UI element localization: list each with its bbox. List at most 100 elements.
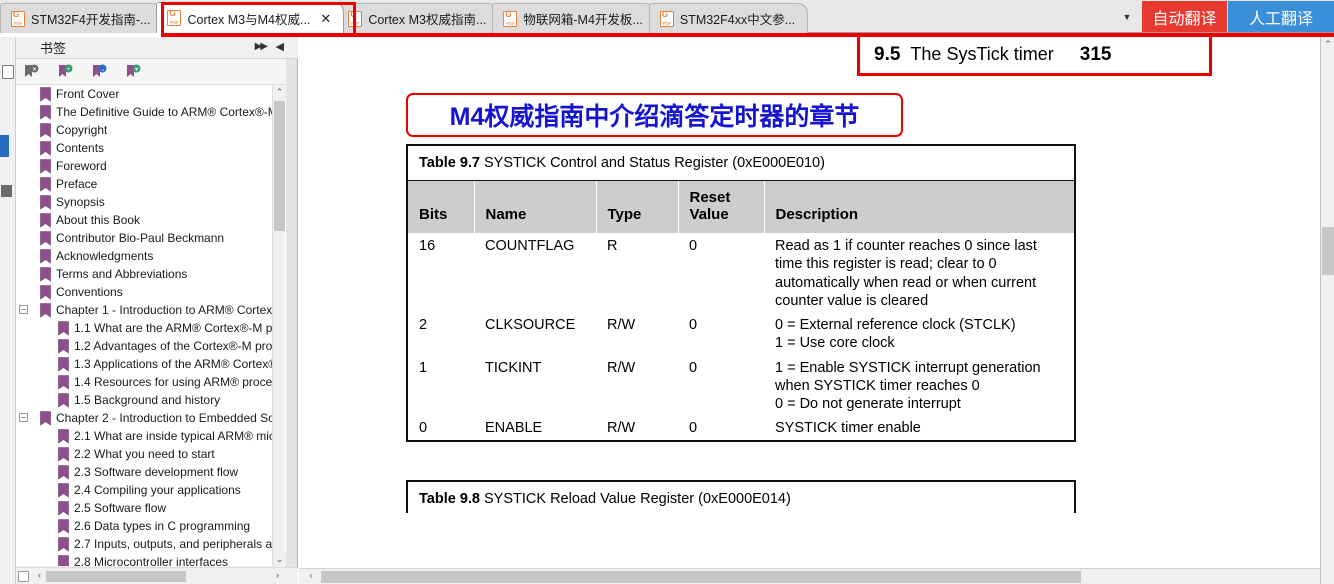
- bookmark-flag-icon: [40, 249, 51, 264]
- hscrollbar-thumb[interactable]: [46, 571, 186, 582]
- bookmark-item[interactable]: The Definitive Guide to ARM® Cortex®-M: [16, 103, 286, 121]
- cell-type: R: [607, 238, 618, 254]
- bookmark-item[interactable]: Preface: [16, 175, 286, 193]
- bookmark-item[interactable]: − Chapter 1 - Introduction to ARM® Cortex: [16, 301, 286, 319]
- scroll-down-icon[interactable]: ⌄: [273, 552, 286, 566]
- bookmark-flag-icon: [58, 501, 69, 516]
- table-9-8-caption-label: Table 9.8: [419, 491, 480, 507]
- hscroll-right-icon[interactable]: ›: [271, 570, 284, 583]
- auto-translate-label: 自动翻译: [1152, 10, 1217, 28]
- hscroll-left-icon[interactable]: ‹: [33, 570, 46, 583]
- attachment-icon[interactable]: [1, 185, 12, 197]
- bookmark-flag-icon: [40, 123, 51, 138]
- tree-collapse-icon[interactable]: −: [19, 413, 28, 422]
- bookmark-item[interactable]: 1.5 Background and history: [16, 391, 286, 409]
- table-9-7-body: 16 COUNTFLAG R 0 Read as 1 if counter reache…: [408, 233, 1074, 440]
- scroll-up-icon[interactable]: ⌃: [273, 85, 286, 99]
- bookmark-label: Acknowledgments: [56, 249, 154, 263]
- cell-reset: 0: [689, 317, 698, 334]
- manual-translate-button[interactable]: 人工翻译: [1228, 1, 1334, 32]
- bookmark-item[interactable]: Copyright: [16, 121, 286, 139]
- bookmark-item[interactable]: 2.2 What you need to start: [16, 445, 286, 463]
- bookmark-item[interactable]: 1.1 What are the ARM® Cortex®-M p: [16, 319, 286, 337]
- svg-text:✕: ✕: [32, 67, 37, 73]
- bookmarks-panel: 书签 ▶▶ ◀ ✕ + → ▾ Front Cover The Definitive G…: [16, 37, 298, 584]
- page-thumbnail-icon[interactable]: [2, 65, 14, 79]
- bookmark-label: Contents: [56, 141, 105, 155]
- panel-resize-corner[interactable]: [18, 571, 29, 582]
- bookmark-item[interactable]: 2.6 Data types in C programming: [16, 517, 286, 535]
- bookmark-panel-toggle-icon[interactable]: [0, 135, 9, 157]
- panel-collapse-button[interactable]: ◀: [276, 40, 284, 53]
- close-icon[interactable]: ✕: [320, 12, 331, 25]
- bookmark-item[interactable]: − Chapter 2 - Introduction to Embedded So: [16, 409, 286, 427]
- tab-1[interactable]: Cortex M3与M4权威... ✕: [156, 2, 345, 33]
- bookmark-item[interactable]: 1.3 Applications of the ARM® Cortex®: [16, 355, 286, 373]
- goto-bookmark-button[interactable]: →: [84, 60, 118, 84]
- bookmark-item[interactable]: Synopsis: [16, 193, 286, 211]
- bookmarks-horizontal-scrollbar[interactable]: ‹ ›: [16, 567, 298, 584]
- auto-translate-button[interactable]: 自动翻译: [1142, 1, 1227, 32]
- table-9-7: Table 9.7 SYSTICK Control and Status Reg…: [406, 144, 1076, 442]
- doc-scroll-up-icon[interactable]: ⌃: [1321, 37, 1334, 52]
- cell-name: COUNTFLAG: [485, 238, 575, 254]
- bookmark-flag-icon: [58, 429, 69, 444]
- cell-type: R/W: [607, 359, 636, 376]
- document-horizontal-scrollbar[interactable]: ‹: [299, 568, 1320, 584]
- tab-3[interactable]: 物联网箱-M4开发板...: [492, 3, 656, 33]
- bookmark-item[interactable]: Contents: [16, 139, 286, 157]
- bookmark-item[interactable]: 1.2 Advantages of the Cortex®-M pro: [16, 337, 286, 355]
- section-page-number: 315: [1079, 43, 1112, 65]
- doc-scrollbar-thumb[interactable]: [1322, 227, 1334, 275]
- chinese-annotation-text: M4权威指南中介绍滴答定时器的章节: [449, 103, 860, 131]
- bookmark-item[interactable]: About this Book: [16, 211, 286, 229]
- bookmark-item[interactable]: 2.5 Software flow: [16, 499, 286, 517]
- panel-edge-track: [285, 37, 297, 584]
- bookmark-item[interactable]: 2.3 Software development flow: [16, 463, 286, 481]
- bookmark-flag-icon: [58, 519, 69, 534]
- cell-name: ENABLE: [485, 420, 543, 437]
- bookmark-item[interactable]: 2.1 What are inside typical ARM® micr: [16, 427, 286, 445]
- add-bookmark-button[interactable]: +: [50, 60, 84, 84]
- panel-forward-button[interactable]: ▶▶: [255, 41, 268, 52]
- tab-label: Cortex M3权威指南...: [368, 13, 487, 27]
- bookmark-item[interactable]: 2.7 Inputs, outputs, and peripherals a: [16, 535, 286, 553]
- cell-name: TICKINT: [485, 359, 542, 376]
- bookmarks-vertical-scrollbar[interactable]: ⌃ ⌄: [272, 85, 286, 566]
- bookmark-flag-icon: [40, 159, 51, 174]
- section-title: The SysTick timer: [910, 44, 1054, 64]
- delete-bookmark-button[interactable]: ✕: [16, 60, 50, 84]
- bookmark-label: Synopsis: [56, 195, 105, 209]
- left-tool-strip: [0, 37, 16, 584]
- tab-label: STM32F4xx中文参...: [679, 13, 796, 27]
- bookmark-flag-icon: [40, 195, 51, 210]
- bookmark-flag-icon: [40, 105, 51, 120]
- tab-0[interactable]: STM32F4开发指南-...: [0, 3, 164, 33]
- document-viewport[interactable]: 9.5 The SysTick timer 315 M4权威指南中介绍滴答定时器…: [299, 37, 1320, 584]
- tab-list-dropdown-button[interactable]: ▼: [1114, 4, 1140, 30]
- bookmark-item[interactable]: Contributor Bio-Paul Beckmann: [16, 229, 286, 247]
- bookmark-label: Copyright: [56, 123, 108, 137]
- bookmark-item[interactable]: 2.4 Compiling your applications: [16, 481, 286, 499]
- document-vertical-scrollbar[interactable]: ⌃: [1320, 37, 1334, 584]
- bookmark-label: 2.6 Data types in C programming: [74, 519, 251, 533]
- bookmark-label: 1.4 Resources for using ARM® proces: [74, 375, 279, 389]
- bookmark-label: 1.1 What are the ARM® Cortex®-M p: [74, 321, 273, 335]
- bookmark-label: 2.7 Inputs, outputs, and peripherals a: [74, 537, 273, 551]
- tab-2[interactable]: Cortex M3权威指南...: [337, 3, 500, 33]
- doc-hscroll-left-icon[interactable]: ‹: [305, 571, 317, 583]
- doc-hscrollbar-thumb[interactable]: [321, 571, 1081, 583]
- bookmark-item[interactable]: 1.4 Resources for using ARM® proces: [16, 373, 286, 391]
- scrollbar-thumb[interactable]: [274, 101, 285, 231]
- bookmark-label: 1.2 Advantages of the Cortex®-M pro: [74, 339, 273, 353]
- tab-4[interactable]: STM32F4xx中文参...: [648, 3, 809, 33]
- tree-collapse-icon[interactable]: −: [19, 305, 28, 314]
- bookmark-item[interactable]: Conventions: [16, 283, 286, 301]
- bookmark-item[interactable]: Front Cover: [16, 85, 286, 103]
- bookmark-item[interactable]: Terms and Abbreviations: [16, 265, 286, 283]
- bookmark-item[interactable]: 2.8 Microcontroller interfaces: [16, 553, 286, 566]
- bookmark-item[interactable]: Acknowledgments: [16, 247, 286, 265]
- expand-bookmark-button[interactable]: ▾: [118, 60, 152, 84]
- bookmark-label: 2.5 Software flow: [74, 501, 167, 515]
- bookmark-item[interactable]: Foreword: [16, 157, 286, 175]
